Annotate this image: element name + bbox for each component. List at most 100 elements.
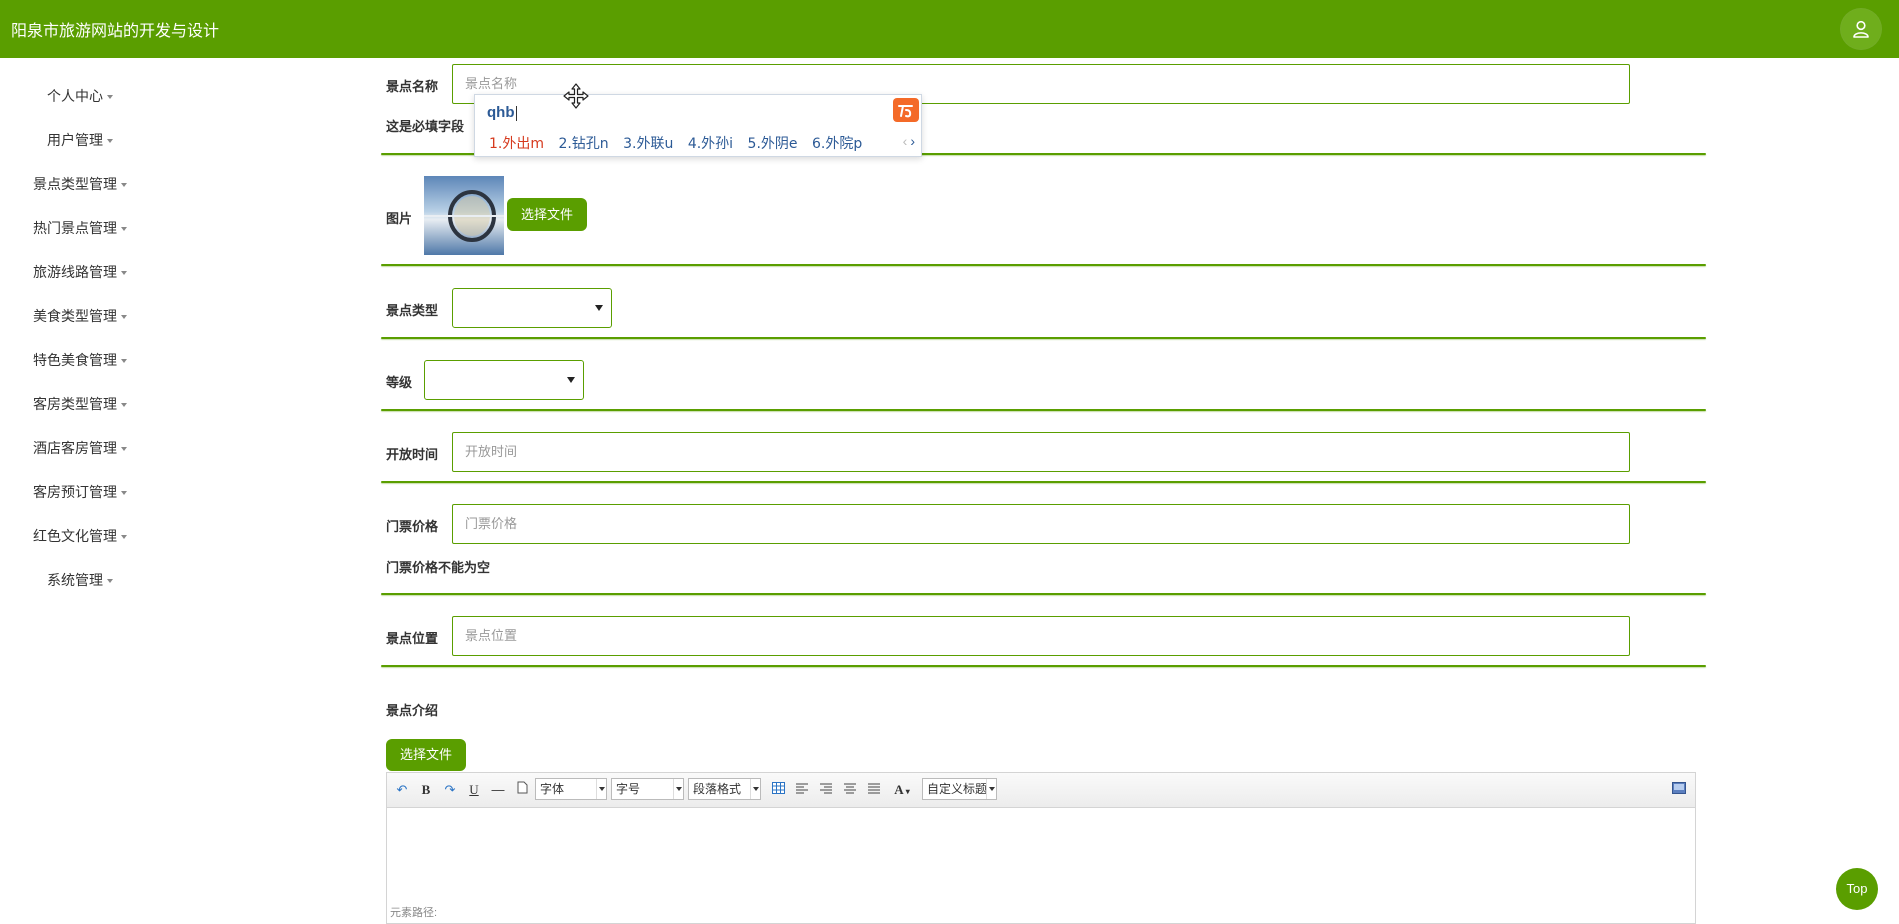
horizontal-rule-icon[interactable]: —	[491, 781, 505, 799]
ime-next-page-icon[interactable]: ›	[910, 133, 915, 149]
sidebar-item-room-booking[interactable]: 客房预订管理	[0, 482, 160, 504]
location-input[interactable]: 景点位置	[452, 616, 1630, 656]
sidebar-item-label: 客房类型管理	[33, 396, 117, 412]
location-label: 景点位置	[386, 631, 439, 646]
caret-down-icon	[121, 491, 127, 496]
ime-composition: qhb	[487, 104, 517, 121]
sidebar-item-system[interactable]: 系统管理	[0, 570, 160, 592]
caret-down-icon	[107, 95, 113, 100]
caret-down-icon	[121, 447, 127, 452]
sidebar-item-user-management[interactable]: 用户管理	[0, 130, 160, 152]
sidebar-item-label: 旅游线路管理	[33, 264, 117, 280]
top-header: 阳泉市旅游网站的开发与设计	[0, 0, 1899, 58]
user-avatar[interactable]	[1841, 9, 1881, 49]
ime-prev-page-icon[interactable]: ‹	[903, 133, 908, 149]
ime-candidate[interactable]: 4.外孙i	[688, 136, 733, 152]
font-color-button[interactable]: A ▾	[891, 781, 913, 799]
section-divider	[381, 409, 1706, 411]
fullscreen-icon[interactable]	[1671, 781, 1687, 799]
sidebar-item-food-type[interactable]: 美食类型管理	[0, 306, 160, 328]
bold-button[interactable]: B	[419, 781, 433, 799]
underline-button[interactable]: U	[467, 781, 481, 799]
document-icon[interactable]	[515, 781, 529, 799]
font-size-select[interactable]: 字号	[611, 778, 684, 800]
section-divider	[381, 593, 1706, 595]
ime-candidate-list: 1.外出m 2.钻孔n 3.外联u 4.外孙i 5.外阴e 6.外院p	[489, 133, 872, 153]
redo-icon[interactable]: ↷	[443, 781, 457, 799]
section-divider	[381, 665, 1706, 667]
caret-down-icon	[121, 403, 127, 408]
open-time-label: 开放时间	[386, 447, 439, 462]
back-to-top-button[interactable]: Top	[1836, 868, 1878, 910]
caret-down-icon	[107, 579, 113, 584]
open-time-input[interactable]: 开放时间	[452, 432, 1630, 472]
chevron-down-icon	[596, 779, 606, 799]
undo-icon[interactable]: ↶	[395, 781, 409, 799]
font-color-label: A	[894, 782, 904, 797]
align-justify-icon[interactable]	[867, 781, 881, 799]
sidebar-item-hotel-room[interactable]: 酒店客房管理	[0, 438, 160, 460]
section-divider	[381, 264, 1706, 266]
chevron-down-icon	[567, 377, 575, 383]
sidebar-item-scenic-type[interactable]: 景点类型管理	[0, 174, 160, 196]
scenic-type-select[interactable]	[452, 288, 612, 328]
scenic-name-label: 景点名称	[386, 79, 439, 94]
image-choose-file-button[interactable]: 选择文件	[507, 198, 587, 231]
site-title: 阳泉市旅游网站的开发与设计	[11, 23, 220, 40]
sidebar-item-label: 用户管理	[47, 132, 103, 148]
image-preview	[424, 176, 504, 255]
paragraph-format-select[interactable]: 段落格式	[688, 778, 761, 800]
align-left-icon[interactable]	[795, 781, 809, 799]
sidebar-item-special-food[interactable]: 特色美食管理	[0, 350, 160, 372]
intro-label: 景点介绍	[386, 703, 439, 718]
align-right-icon[interactable]	[819, 781, 833, 799]
caret-down-icon	[107, 139, 113, 144]
font-family-value: 字体	[540, 782, 565, 796]
caret-down-icon	[121, 315, 127, 320]
caret-down-icon	[121, 535, 127, 540]
ticket-price-input[interactable]: 门票价格	[452, 504, 1630, 544]
sidebar-item-label: 红色文化管理	[33, 528, 117, 544]
sidebar-item-label: 特色美食管理	[33, 352, 117, 368]
ime-candidate[interactable]: 1.外出m	[489, 136, 544, 152]
sidebar-item-travel-route[interactable]: 旅游线路管理	[0, 262, 160, 284]
chevron-down-icon	[595, 305, 603, 311]
sidebar-item-red-culture[interactable]: 红色文化管理	[0, 526, 160, 548]
align-center-icon[interactable]	[843, 781, 857, 799]
sidebar-item-personal-center[interactable]: 个人中心	[0, 86, 160, 108]
ime-candidate[interactable]: 3.外联u	[623, 136, 673, 152]
sidebar-item-label: 美食类型管理	[33, 308, 117, 324]
chevron-down-icon	[750, 779, 760, 799]
table-icon[interactable]	[771, 781, 785, 799]
level-select[interactable]	[424, 360, 584, 400]
ticket-price-error: 门票价格不能为空	[386, 560, 491, 575]
ime-candidate[interactable]: 6.外院p	[812, 136, 862, 152]
sidebar-item-hot-scenic[interactable]: 热门景点管理	[0, 218, 160, 240]
paragraph-format-value: 段落格式	[693, 782, 742, 796]
caret-down-icon	[121, 183, 127, 188]
chevron-down-icon	[673, 779, 683, 799]
scenic-type-label: 景点类型	[386, 303, 439, 318]
editor-element-path: 元素路径:	[390, 907, 438, 919]
ime-page-nav: ‹ ›	[903, 133, 915, 149]
chevron-down-icon	[986, 779, 996, 799]
sidebar-item-label: 景点类型管理	[33, 176, 117, 192]
sidebar-item-label: 个人中心	[47, 88, 103, 104]
scenic-name-error: 这是必填字段	[386, 119, 465, 134]
rich-text-editor[interactable]: ↶ B ↷ U — 字体 字号 段落格式 A ▾ 自定义标题 元素路径:	[386, 772, 1696, 924]
sidebar-item-room-type[interactable]: 客房类型管理	[0, 394, 160, 416]
font-family-select[interactable]: 字体	[535, 778, 607, 800]
ime-candidate[interactable]: 5.外阴e	[748, 136, 798, 152]
intro-choose-file-button[interactable]: 选择文件	[386, 739, 466, 771]
caret-down-icon	[121, 227, 127, 232]
sidebar-item-label: 热门景点管理	[33, 220, 117, 236]
ime-composition-text: qhb	[487, 104, 515, 121]
text-cursor	[515, 105, 517, 121]
custom-title-select[interactable]: 自定义标题	[922, 778, 997, 800]
caret-down-icon	[121, 271, 127, 276]
ime-candidate[interactable]: 2.钻孔n	[558, 136, 608, 152]
editor-toolbar: ↶ B ↷ U — 字体 字号 段落格式 A ▾ 自定义标题	[387, 773, 1695, 808]
ime-candidate-popup: qhb 1.外出m 2.钻孔n 3.外联u 4.外孙i 5.外阴e 6.外院p …	[474, 94, 922, 157]
section-divider	[381, 337, 1706, 339]
custom-title-value: 自定义标题	[927, 782, 988, 796]
